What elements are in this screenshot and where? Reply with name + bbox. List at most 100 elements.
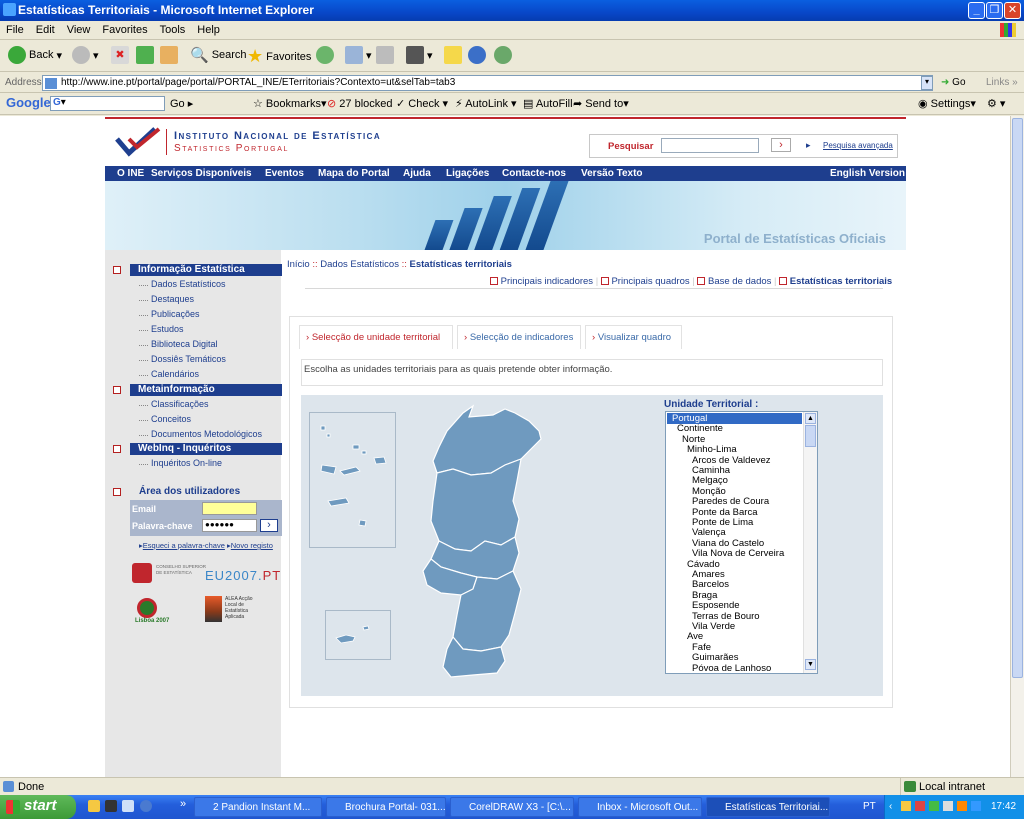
sidebar-item-calendarios[interactable]: Calendários xyxy=(138,369,199,379)
nav-eventos[interactable]: Eventos xyxy=(265,168,304,179)
ut-list-item[interactable]: Amares xyxy=(667,569,802,580)
tray-icon[interactable] xyxy=(929,801,939,811)
notes-button[interactable] xyxy=(444,46,462,64)
ut-list-item[interactable]: Póvoa de Lanhoso xyxy=(667,663,802,673)
expand-icon[interactable] xyxy=(113,488,121,496)
expand-icon[interactable] xyxy=(113,445,121,453)
login-button[interactable]: › xyxy=(260,519,278,532)
sidebar-item-classificacoes[interactable]: Classificações xyxy=(139,399,209,409)
tab-base-de-dados[interactable]: Base de dados xyxy=(708,276,771,287)
ut-list-item[interactable]: Monção xyxy=(667,486,802,497)
lisboa-logo-icon[interactable] xyxy=(137,598,157,618)
quicklaunch-more-icon[interactable]: » xyxy=(180,798,186,810)
clock[interactable]: 17:42 xyxy=(991,801,1016,812)
tray-icon[interactable] xyxy=(943,801,953,811)
quicklaunch-icon[interactable] xyxy=(105,800,117,812)
ut-list-item[interactable]: Guimarães xyxy=(667,652,802,663)
quicklaunch-icon[interactable] xyxy=(140,800,152,812)
address-input[interactable]: http://www.ine.pt/portal/page/portal/POR… xyxy=(42,75,933,91)
quicklaunch-icon[interactable] xyxy=(88,800,100,812)
mail-button[interactable]: ▾ xyxy=(345,46,372,64)
sidebar-item-documentos[interactable]: Documentos Metodológicos xyxy=(138,429,262,439)
sidebar-item-publicacoes[interactable]: Publicações xyxy=(139,309,200,319)
alea-logo-icon[interactable] xyxy=(205,596,222,622)
messenger-button[interactable] xyxy=(494,46,512,64)
register-link[interactable]: Novo registo xyxy=(231,541,273,550)
ut-list-item[interactable]: Ponte da Barca xyxy=(667,507,802,518)
print-button[interactable] xyxy=(376,46,394,64)
wizard-tab-unidade[interactable]: › Selecção de unidade territorial xyxy=(299,325,453,349)
ut-list-item[interactable]: Portugal xyxy=(667,413,802,424)
portugal-map[interactable] xyxy=(401,401,561,681)
sendto-button[interactable]: ➦ Send to▾ xyxy=(573,97,629,110)
sidebar-item-dossies[interactable]: Dossiês Temáticos xyxy=(139,354,226,364)
ut-list-item[interactable]: Ponte de Lima xyxy=(667,517,802,528)
site-search-button[interactable]: › xyxy=(771,138,791,152)
tab-principais-indicadores[interactable]: Principais indicadores xyxy=(501,276,593,287)
edit-button[interactable]: ▾ xyxy=(406,46,433,64)
minimize-button[interactable]: _ xyxy=(968,2,985,19)
title-bar[interactable]: Estatísticas Territoriais - Microsoft In… xyxy=(0,0,1024,21)
tray-collapse-icon[interactable]: ‹ xyxy=(889,801,892,812)
expand-icon[interactable] xyxy=(113,386,121,394)
sidebar-section-informacao[interactable]: Informação Estatística xyxy=(130,264,282,276)
tab-principais-quadros[interactable]: Principais quadros xyxy=(611,276,689,287)
nav-servicos[interactable]: Serviços Disponíveis xyxy=(151,168,252,179)
forward-button[interactable]: ▾ xyxy=(72,46,99,64)
nav-mapa[interactable]: Mapa do Portal xyxy=(318,168,390,179)
advanced-search-link[interactable]: Pesquisa avançada xyxy=(823,141,893,150)
vertical-scrollbar[interactable] xyxy=(1010,116,1024,777)
scroll-down-arrow-icon[interactable]: ▼ xyxy=(805,659,816,670)
ut-list-item[interactable]: Fafe xyxy=(667,642,802,653)
menu-view[interactable]: View xyxy=(61,21,97,36)
task-ie-active[interactable]: Estatísticas Territoriai... xyxy=(706,797,830,817)
ut-listbox[interactable]: Portugal Continente Norte Minho-Lima Arcos d… xyxy=(665,411,818,674)
tray-icon[interactable] xyxy=(915,801,925,811)
site-search-input[interactable] xyxy=(661,138,759,153)
stop-button[interactable]: ✖ xyxy=(111,46,129,64)
task-brochura[interactable]: Brochura Portal- 031... xyxy=(326,797,446,817)
ut-scrollbar[interactable]: ▲ ▼ xyxy=(803,412,817,673)
tab-estatisticas-territoriais[interactable]: Estatísticas territoriais xyxy=(790,276,892,287)
address-dropdown[interactable]: ▾ xyxy=(921,76,933,90)
google-search-input[interactable]: G▾ xyxy=(50,96,165,111)
autofill-button[interactable]: ▤ AutoFill xyxy=(523,97,573,110)
breadcrumb-home[interactable]: Início xyxy=(287,259,310,270)
quicklaunch-icon[interactable] xyxy=(122,800,134,812)
nav-o-ine[interactable]: O INE xyxy=(117,168,144,179)
ine-logo-icon[interactable] xyxy=(115,125,165,157)
sidebar-item-inqueritos[interactable]: Inquéritos On-line xyxy=(138,458,222,468)
task-pandion[interactable]: 2 Pandion Instant M... xyxy=(194,797,322,817)
ut-list-item[interactable]: Terras de Bouro xyxy=(667,611,802,622)
sidebar-item-estudos[interactable]: Estudos xyxy=(139,324,184,334)
bookmarks-button[interactable]: ☆ Bookmarks▾ xyxy=(253,97,326,110)
favorites-button[interactable]: ★ Favorites xyxy=(247,46,311,67)
azores-map[interactable] xyxy=(310,413,397,549)
nav-english[interactable]: English Version xyxy=(830,168,905,179)
sidebar-item-conceitos[interactable]: Conceitos xyxy=(138,414,191,424)
menu-favorites[interactable]: Favorites xyxy=(96,21,153,36)
tray-icon[interactable] xyxy=(901,801,911,811)
go-button[interactable]: ➜ Go xyxy=(941,77,966,88)
wizard-tab-indicadores[interactable]: › Selecção de indicadores xyxy=(457,325,581,349)
google-settings-button[interactable]: ◉ Settings▾ xyxy=(918,97,976,110)
maximize-button[interactable]: ❐ xyxy=(986,2,1003,19)
forgot-password-link[interactable]: Esqueci a palavra-chave xyxy=(143,541,225,550)
scroll-up-arrow-icon[interactable]: ▲ xyxy=(805,413,816,424)
autolink-button[interactable]: ⚡ AutoLink ▾ xyxy=(455,97,517,110)
ut-list-item[interactable]: Vila Verde xyxy=(667,621,802,632)
nav-ligacoes[interactable]: Ligações xyxy=(446,168,489,179)
scrollbar-thumb[interactable] xyxy=(1012,118,1023,678)
ut-list-item[interactable]: Viana do Castelo xyxy=(667,538,802,549)
home-button[interactable] xyxy=(160,46,178,64)
ut-list-item[interactable]: Valença xyxy=(667,527,802,538)
sidebar-item-biblioteca[interactable]: Biblioteca Digital xyxy=(139,339,218,349)
language-indicator[interactable]: PT xyxy=(863,801,876,812)
sidebar-item-dados[interactable]: Dados Estatísticos xyxy=(139,279,226,289)
expand-icon[interactable] xyxy=(113,266,121,274)
ut-list-item[interactable]: Continente xyxy=(667,423,802,434)
menu-help[interactable]: Help xyxy=(191,21,226,36)
sidebar-item-destaques[interactable]: Destaques xyxy=(138,294,194,304)
ut-list-item[interactable]: Cávado xyxy=(667,559,802,570)
search-button[interactable]: 🔍 Search xyxy=(190,46,247,64)
